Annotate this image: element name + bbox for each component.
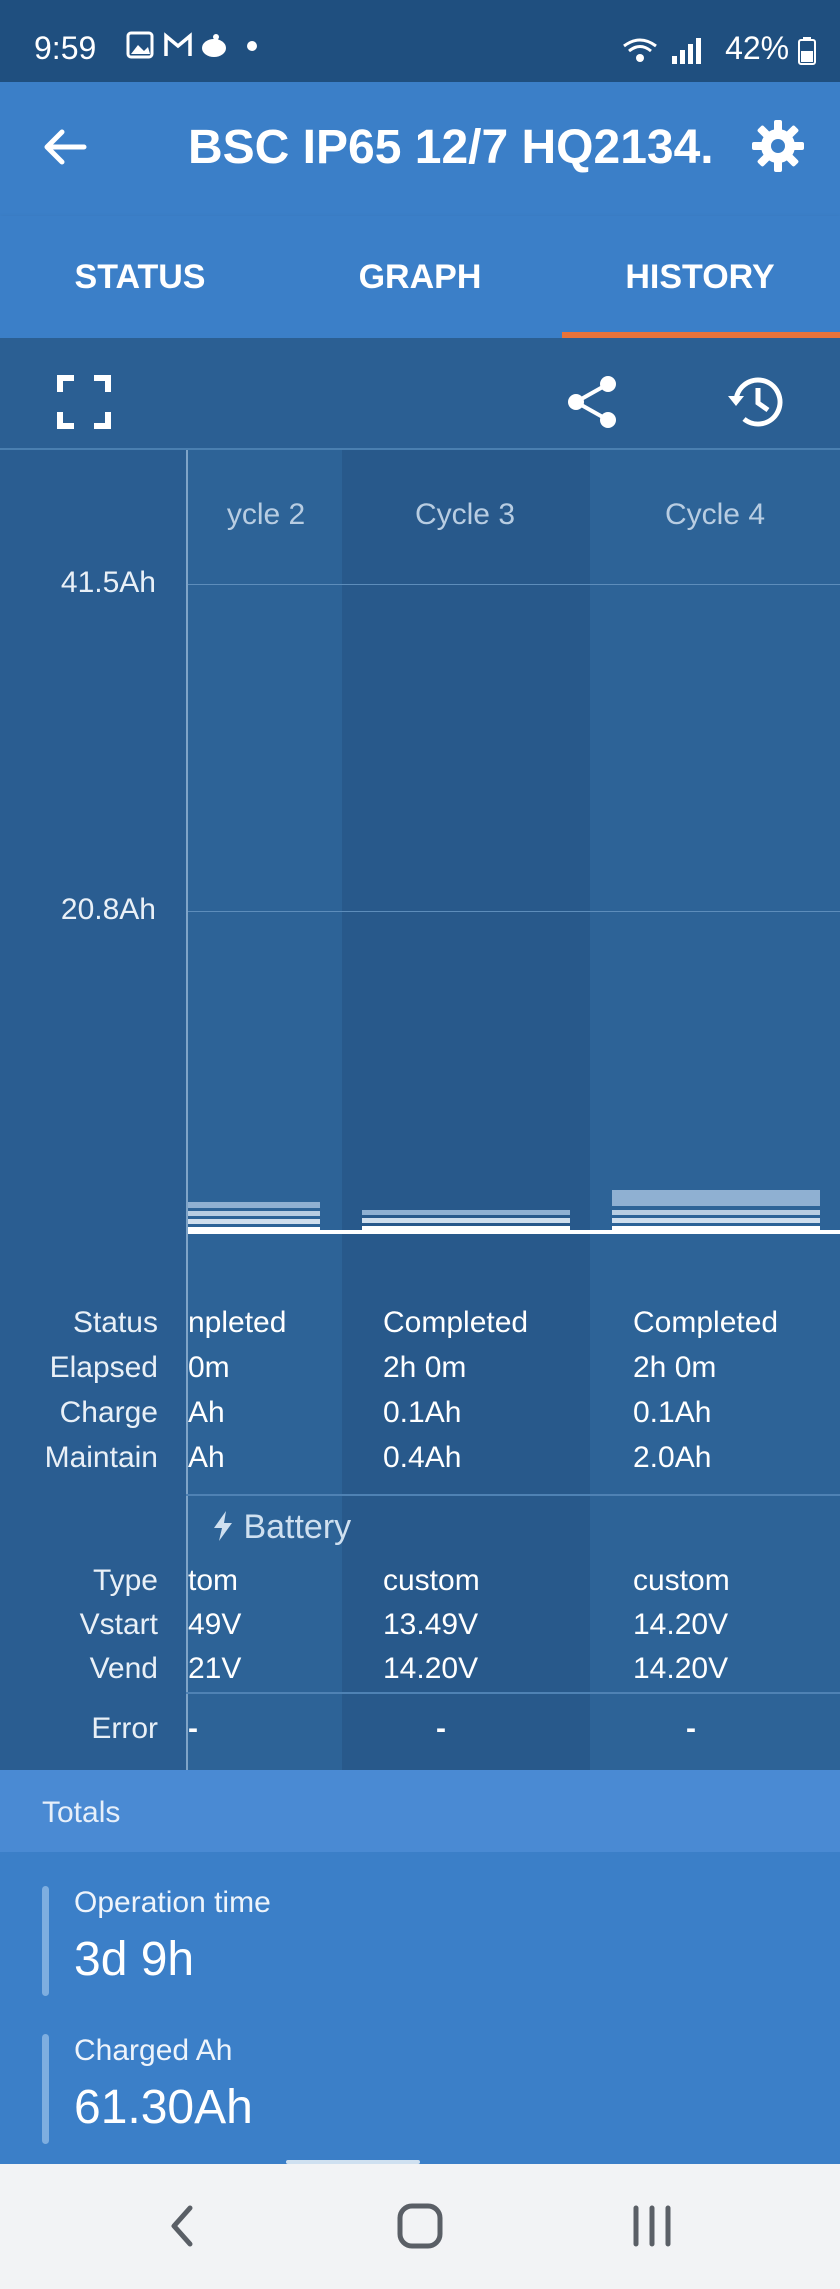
cycle2-status: npleted	[188, 1306, 287, 1339]
row-divider	[186, 1692, 840, 1694]
cycle3-status: Completed	[383, 1306, 529, 1339]
wifi-signal-icon	[623, 37, 702, 64]
row-label-vend: Vend	[89, 1652, 158, 1685]
share-icon[interactable]	[562, 372, 622, 432]
settings-gear-icon[interactable]	[750, 118, 806, 174]
cycle4-charge: 0.1Ah	[633, 1396, 712, 1429]
nav-recents-icon[interactable]	[622, 2196, 682, 2256]
cycle3-vstart: 13.49V	[383, 1608, 479, 1641]
cycle2-error: -	[188, 1712, 198, 1745]
row-label-status: Status	[72, 1306, 158, 1339]
row-label-elapsed: Elapsed	[49, 1351, 158, 1384]
total-value: 61.30Ah	[74, 2081, 253, 2134]
cycle4-type: custom	[633, 1564, 730, 1597]
gridline	[188, 911, 840, 912]
gridline	[188, 584, 840, 585]
cycle2-maintain: Ah	[188, 1441, 225, 1474]
cycle3-elapsed: 2h 0m	[383, 1351, 467, 1384]
total-label: Charged Ah	[74, 2034, 233, 2067]
cycle3-maintain: 0.4Ah	[383, 1441, 462, 1474]
battery-percent: 42%	[725, 30, 790, 66]
tab-history[interactable]: HISTORY	[560, 258, 840, 297]
cycle-bar	[612, 1190, 820, 1230]
cycle4-status: Completed	[633, 1306, 779, 1339]
chart-baseline	[186, 1230, 840, 1234]
row-label-charge: Charge	[59, 1396, 158, 1429]
y-tick-label: 20.8Ah	[60, 893, 156, 926]
cycle3-charge: 0.1Ah	[383, 1396, 462, 1429]
tab-graph[interactable]: GRAPH	[280, 258, 560, 297]
total-accent-bar	[42, 1886, 49, 1996]
cycle-label: Cycle 3	[414, 498, 516, 531]
cycle4-error: -	[686, 1712, 696, 1745]
cycle4-vstart: 14.20V	[633, 1608, 729, 1641]
cycle2-charge: Ah	[188, 1396, 225, 1429]
cycle2-vend: 21V	[188, 1652, 242, 1685]
image-icon	[126, 31, 154, 59]
notification-dot	[247, 41, 257, 51]
row-label-type: Type	[92, 1564, 158, 1597]
cycle4-maintain: 2.0Ah	[633, 1441, 712, 1474]
cycle4-elapsed: 2h 0m	[633, 1351, 717, 1384]
device-title: BSC IP65 12/7 HQ2134.	[188, 121, 714, 174]
history-toolbar	[0, 338, 840, 450]
tab-status[interactable]: STATUS	[0, 258, 280, 297]
history-clock-icon[interactable]	[726, 372, 786, 432]
cycle3-vend: 14.20V	[383, 1652, 479, 1685]
status-right-icons: 42%	[620, 30, 816, 67]
status-time: 9:59	[34, 30, 97, 66]
cycle-bar	[188, 1202, 320, 1230]
total-accent-bar	[42, 2034, 49, 2144]
row-divider	[186, 1494, 840, 1496]
notification-icons	[126, 30, 276, 67]
cycle2-vstart: 49V	[188, 1608, 242, 1641]
nav-home-icon[interactable]	[390, 2196, 450, 2256]
y-tick-label: 41.5Ah	[60, 566, 156, 599]
cycle2-type: tom	[188, 1564, 239, 1597]
battery-header-label: Battery	[243, 1508, 352, 1546]
row-label-error: Error	[91, 1712, 158, 1745]
row-label-vstart: Vstart	[79, 1608, 158, 1641]
totals-header: Totals	[42, 1796, 121, 1829]
totals-header-bar	[0, 1770, 840, 1852]
cycle-label: ycle 2	[226, 498, 306, 531]
gmail-icon	[164, 32, 192, 56]
total-label: Operation time	[74, 1886, 271, 1919]
cycle4-vend: 14.20V	[633, 1652, 729, 1685]
total-value: 3d 9h	[74, 1933, 195, 1986]
cycle3-type: custom	[383, 1564, 480, 1597]
cycle-bar	[362, 1210, 570, 1230]
nav-back-icon[interactable]	[154, 2196, 214, 2256]
fullscreen-icon[interactable]	[54, 372, 114, 432]
cycle3-error: -	[436, 1712, 446, 1745]
battery-section-header: Battery	[212, 1508, 351, 1547]
cycle-label: Cycle 4	[664, 498, 766, 531]
app-icon	[202, 34, 226, 57]
cycle2-elapsed: 0m	[188, 1351, 230, 1384]
back-arrow-icon[interactable]	[40, 122, 90, 172]
lightning-icon	[214, 1511, 232, 1541]
row-label-maintain: Maintain	[44, 1441, 158, 1474]
battery-icon	[798, 36, 816, 65]
